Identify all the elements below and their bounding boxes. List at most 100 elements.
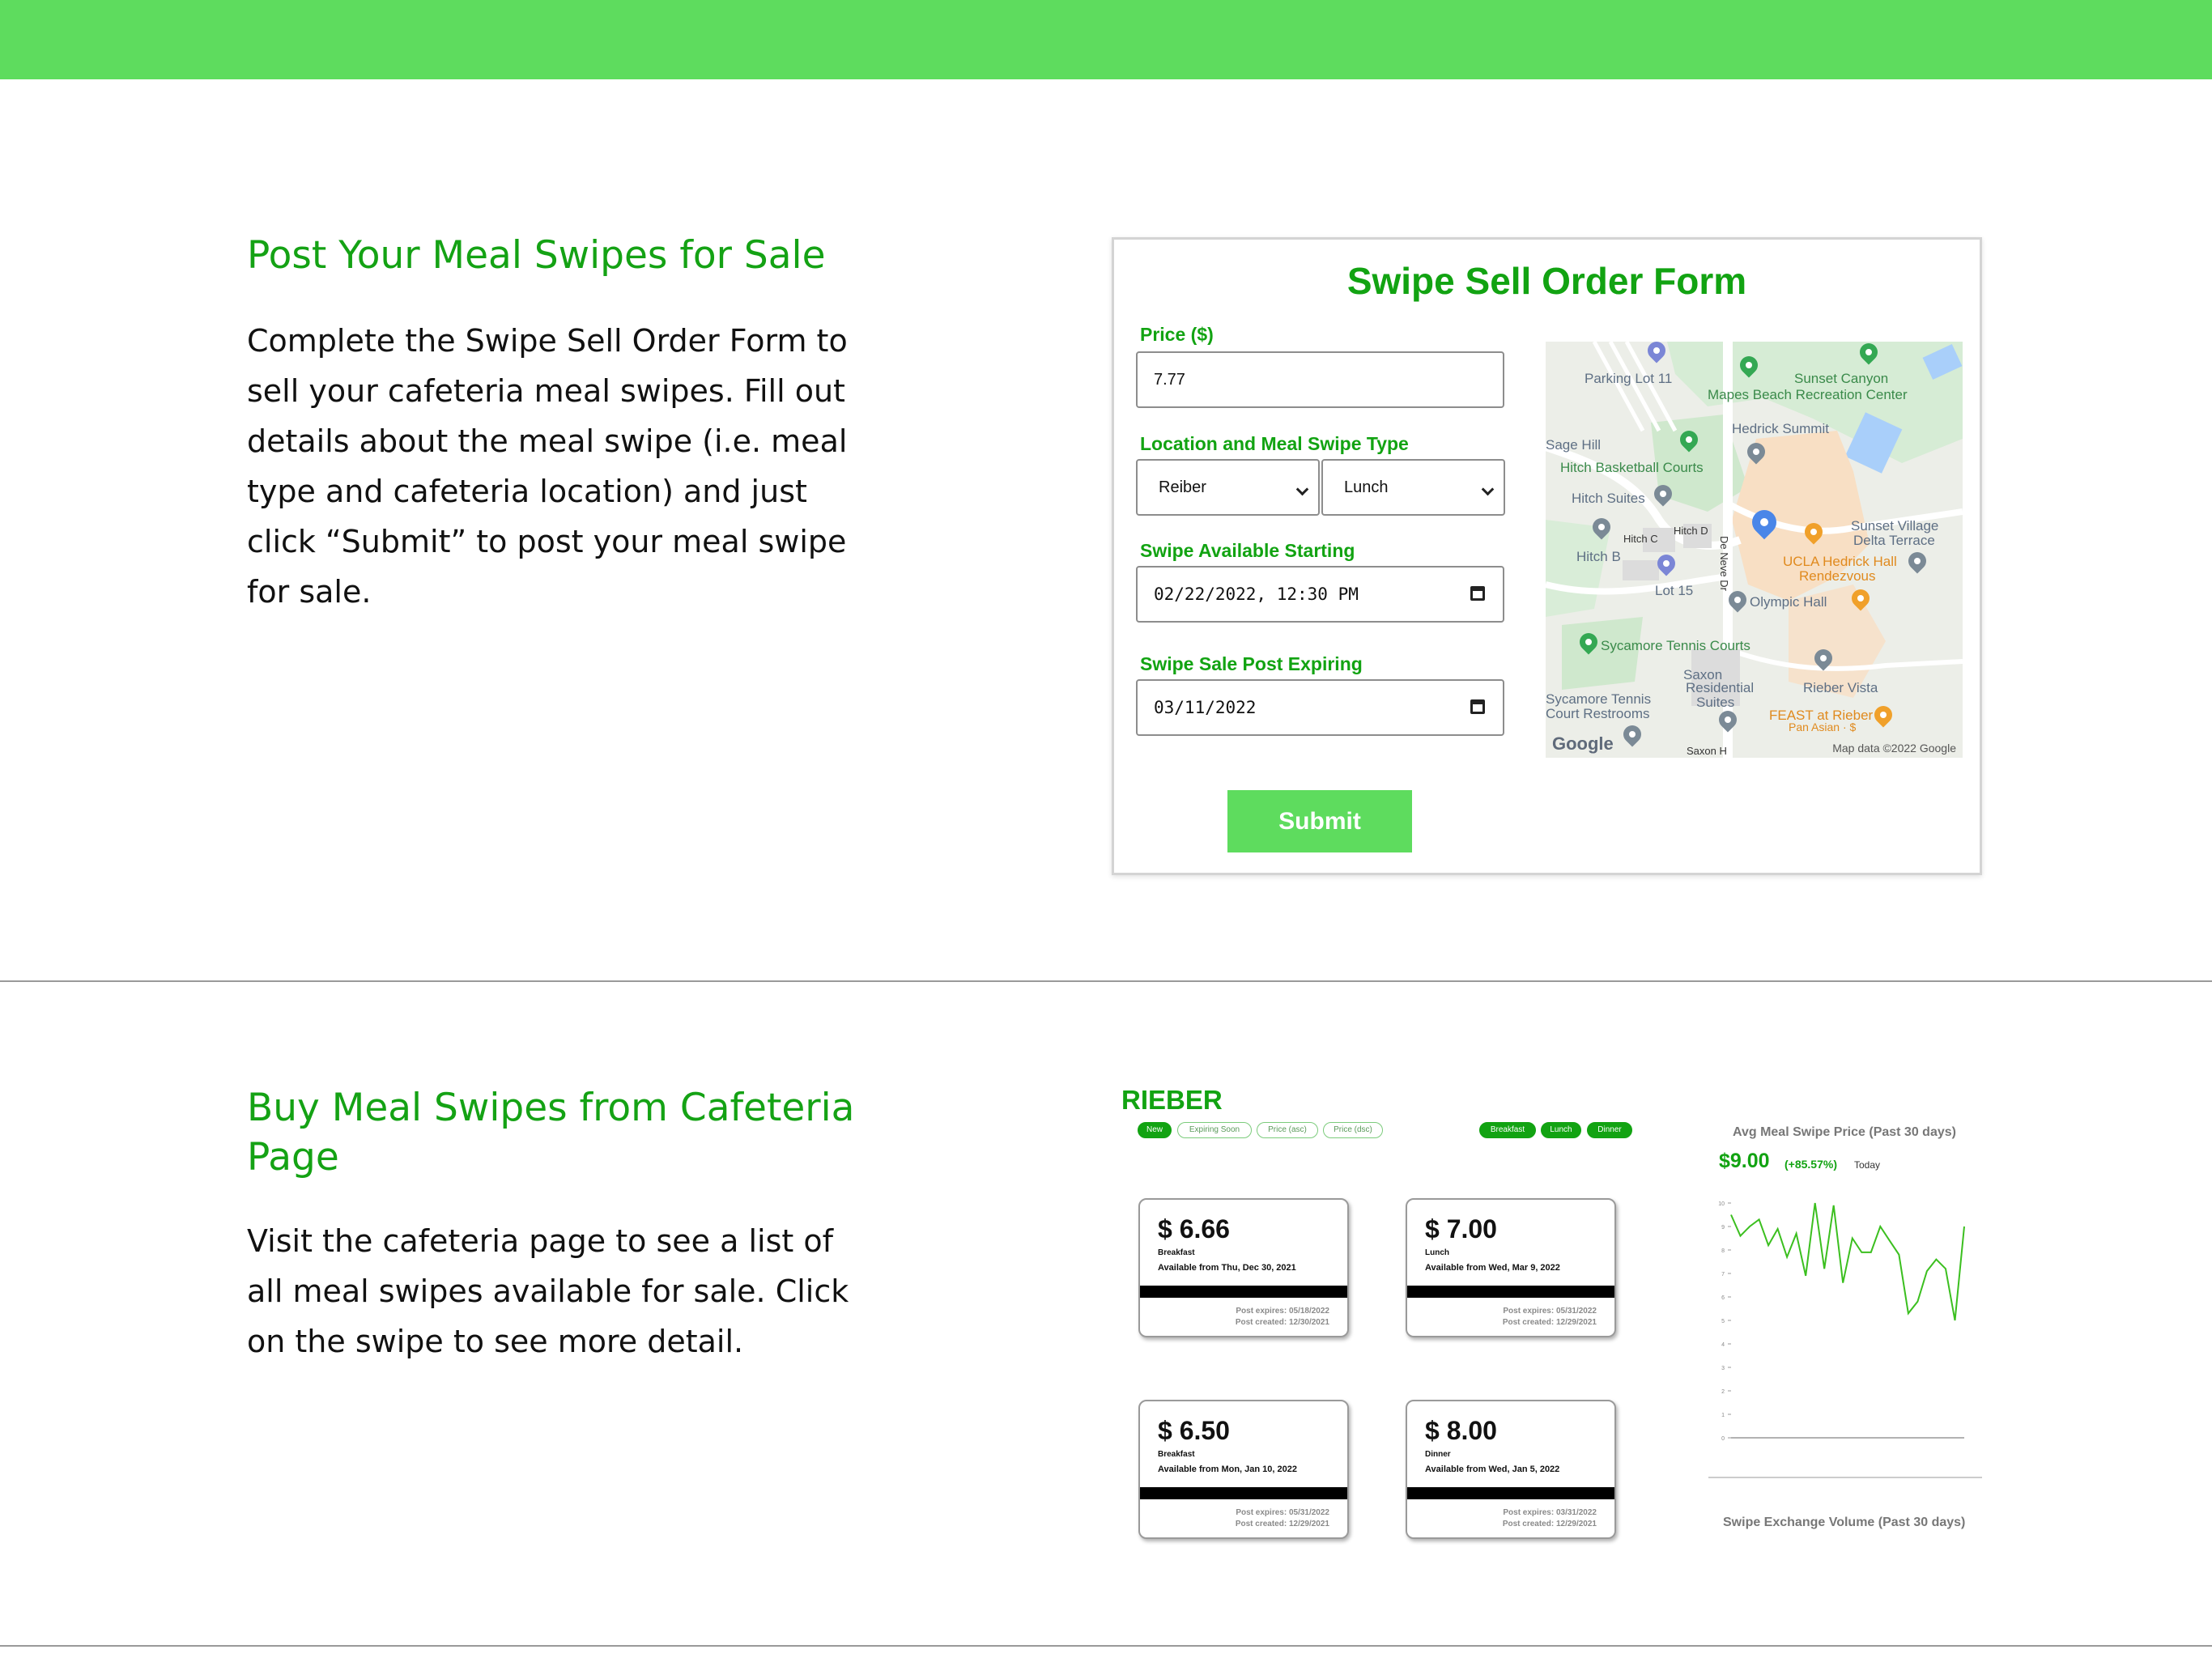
swipe-meal-type: Dinner	[1425, 1450, 1451, 1459]
map-label-sycamore-courts: Sycamore Tennis Courts	[1601, 638, 1750, 653]
card-divider-bar	[1407, 1286, 1614, 1298]
map-label-hitch-b: Hitch B	[1576, 549, 1621, 564]
swipe-sell-order-form: Swipe Sell Order Form Price ($) 7.77 Loc…	[1112, 237, 1982, 875]
calendar-icon[interactable]	[1470, 699, 1485, 714]
y-tick-label: 9	[1721, 1225, 1725, 1231]
swipe-available: Available from Wed, Mar 9, 2022	[1425, 1263, 1560, 1273]
start-datetime-value: 02/22/2022, 12:30 PM	[1154, 585, 1359, 604]
swipe-created: Post created: 12/29/2021	[1235, 1520, 1329, 1528]
filter-breakfast[interactable]: Breakfast	[1479, 1122, 1536, 1138]
map-label-hedrick-summit: Hedrick Summit	[1732, 421, 1829, 436]
y-tick-label: 4	[1721, 1342, 1725, 1348]
map-label-rieber-vista: Rieber Vista	[1803, 680, 1878, 695]
top-bar	[0, 0, 2212, 79]
map-label-delta-terrace: Delta Terrace	[1853, 533, 1935, 548]
submit-button[interactable]: Submit	[1227, 790, 1412, 852]
swipe-available: Available from Thu, Dec 30, 2021	[1158, 1263, 1296, 1273]
volume-chart-title: Swipe Exchange Volume (Past 30 days)	[1723, 1516, 1966, 1529]
section-divider-bottom	[0, 1645, 2212, 1647]
y-tick-label: 6	[1721, 1295, 1725, 1301]
map-label-sycamore-restrooms-line1: Sycamore Tennis	[1546, 691, 1652, 707]
swipe-price: $ 6.50	[1158, 1416, 1230, 1445]
section-title-buy-swipes: Buy Meal Swipes from Cafeteria Page	[247, 1086, 855, 1180]
swipe-expires: Post expires: 03/31/2022	[1503, 1508, 1597, 1517]
card-divider-bar	[1140, 1487, 1347, 1499]
map-label-hitch-d: Hitch D	[1674, 525, 1708, 537]
filter-price-dsc[interactable]: Price (dsc)	[1323, 1122, 1383, 1138]
y-tick-label: 7	[1721, 1272, 1725, 1278]
swipe-card[interactable]: $ 6.50 Breakfast Available from Mon, Jan…	[1138, 1400, 1349, 1539]
chart-current-price: $9.00	[1719, 1150, 1770, 1172]
expire-date-input[interactable]: 03/11/2022	[1136, 679, 1504, 736]
swipe-price: $ 6.66	[1158, 1214, 1230, 1244]
swipe-expires: Post expires: 05/31/2022	[1503, 1307, 1597, 1316]
swipe-card[interactable]: $ 7.00 Lunch Available from Wed, Mar 9, …	[1406, 1198, 1616, 1337]
swipe-meal-type: Lunch	[1425, 1248, 1449, 1257]
swipe-price: $ 7.00	[1425, 1214, 1497, 1244]
map-label-sycamore-restrooms-line2: Court Restrooms	[1546, 706, 1650, 721]
swipe-created: Post created: 12/29/2021	[1502, 1318, 1597, 1327]
map-label-saxon-h: Saxon H	[1687, 745, 1727, 757]
swipe-card[interactable]: $ 6.66 Breakfast Available from Thu, Dec…	[1138, 1198, 1349, 1337]
map-label-hitch-courts: Hitch Basketball Courts	[1560, 460, 1704, 475]
meal-type-select-value: Lunch	[1344, 478, 1389, 496]
chevron-down-icon	[1295, 483, 1309, 496]
y-tick-label: 3	[1721, 1366, 1725, 1371]
y-tick-label: 8	[1721, 1248, 1725, 1254]
form-title: Swipe Sell Order Form	[1346, 260, 1747, 302]
map-credit: Map data ©2022 Google	[1832, 742, 1956, 755]
y-tick-label: 1	[1721, 1413, 1725, 1418]
google-logo: Google	[1552, 733, 1614, 754]
section-description-post-swipes: Complete the Swipe Sell Order Form to se…	[247, 323, 848, 610]
swipe-expires: Post expires: 05/31/2022	[1236, 1508, 1329, 1517]
swipe-available: Available from Mon, Jan 10, 2022	[1158, 1465, 1297, 1474]
expire-date-value: 03/11/2022	[1154, 698, 1257, 717]
filter-dinner[interactable]: Dinner	[1587, 1122, 1632, 1138]
y-tick-label: 5	[1721, 1319, 1725, 1324]
map-label-lot15: Lot 15	[1655, 583, 1694, 598]
map-label-rendezvous: Rendezvous	[1799, 568, 1876, 584]
filter-price-asc[interactable]: Price (asc)	[1257, 1122, 1318, 1138]
card-divider-bar	[1140, 1286, 1347, 1298]
swipe-created: Post created: 12/29/2021	[1502, 1520, 1597, 1528]
price-series-line	[1730, 1202, 1965, 1321]
location-map[interactable]: Parking Lot 11 Sunset Canyon Mapes Beach…	[1546, 342, 1963, 758]
expire-label: Swipe Sale Post Expiring	[1140, 653, 1363, 674]
location-select-value: Reiber	[1159, 478, 1206, 496]
map-label-pan-asian: Pan Asian · $	[1789, 721, 1857, 733]
chevron-down-icon	[1481, 483, 1495, 496]
meal-type-select[interactable]: Lunch	[1321, 459, 1505, 516]
swipe-meal-type: Breakfast	[1158, 1450, 1195, 1459]
map-label-hitch-c: Hitch C	[1623, 533, 1658, 545]
map-label-residential: Residential	[1686, 680, 1755, 695]
y-tick-label: 0	[1721, 1436, 1725, 1442]
chart-separator	[1708, 1477, 1982, 1478]
map-label-sage-hill: Sage Hill	[1546, 437, 1602, 453]
map-label-hitch-suites: Hitch Suites	[1572, 491, 1645, 506]
swipe-price: $ 8.00	[1425, 1416, 1497, 1445]
location-select[interactable]: Reiber	[1136, 459, 1320, 516]
calendar-icon[interactable]	[1470, 586, 1485, 601]
chart-title: Avg Meal Swipe Price (Past 30 days)	[1733, 1125, 1956, 1139]
price-line-chart: 0 1 2 3 4 5 6 7 8 9 10	[1718, 1201, 1965, 1442]
map-label-sunset-canyon: Sunset Canyon	[1794, 371, 1889, 386]
swipe-available: Available from Wed, Jan 5, 2022	[1425, 1465, 1560, 1474]
filter-lunch[interactable]: Lunch	[1541, 1122, 1581, 1138]
price-label: Price ($)	[1140, 324, 1214, 345]
cafeteria-name: RIEBER	[1121, 1085, 1223, 1115]
section-divider	[0, 980, 2212, 982]
filter-new[interactable]: New	[1138, 1122, 1172, 1138]
start-datetime-input[interactable]: 02/22/2022, 12:30 PM	[1136, 566, 1504, 623]
start-label: Swipe Available Starting	[1140, 540, 1355, 561]
map-label-sunset-village: Sunset Village	[1851, 518, 1939, 534]
filter-expiring-soon[interactable]: Expiring Soon	[1177, 1122, 1252, 1138]
swipe-card[interactable]: $ 8.00 Dinner Available from Wed, Jan 5,…	[1406, 1400, 1616, 1539]
chart-change-percent: (+85.57%)	[1784, 1158, 1837, 1171]
swipe-expires: Post expires: 05/18/2022	[1236, 1307, 1329, 1316]
map-label-parking11: Parking Lot 11	[1585, 371, 1673, 386]
map-label-olympic: Olympic Hall	[1750, 594, 1827, 610]
price-input[interactable]: 7.77	[1136, 351, 1504, 408]
swipe-meal-type: Breakfast	[1158, 1248, 1195, 1257]
swipe-created: Post created: 12/30/2021	[1235, 1318, 1329, 1327]
section-title-post-swipes: Post Your Meal Swipes for Sale	[247, 233, 826, 278]
